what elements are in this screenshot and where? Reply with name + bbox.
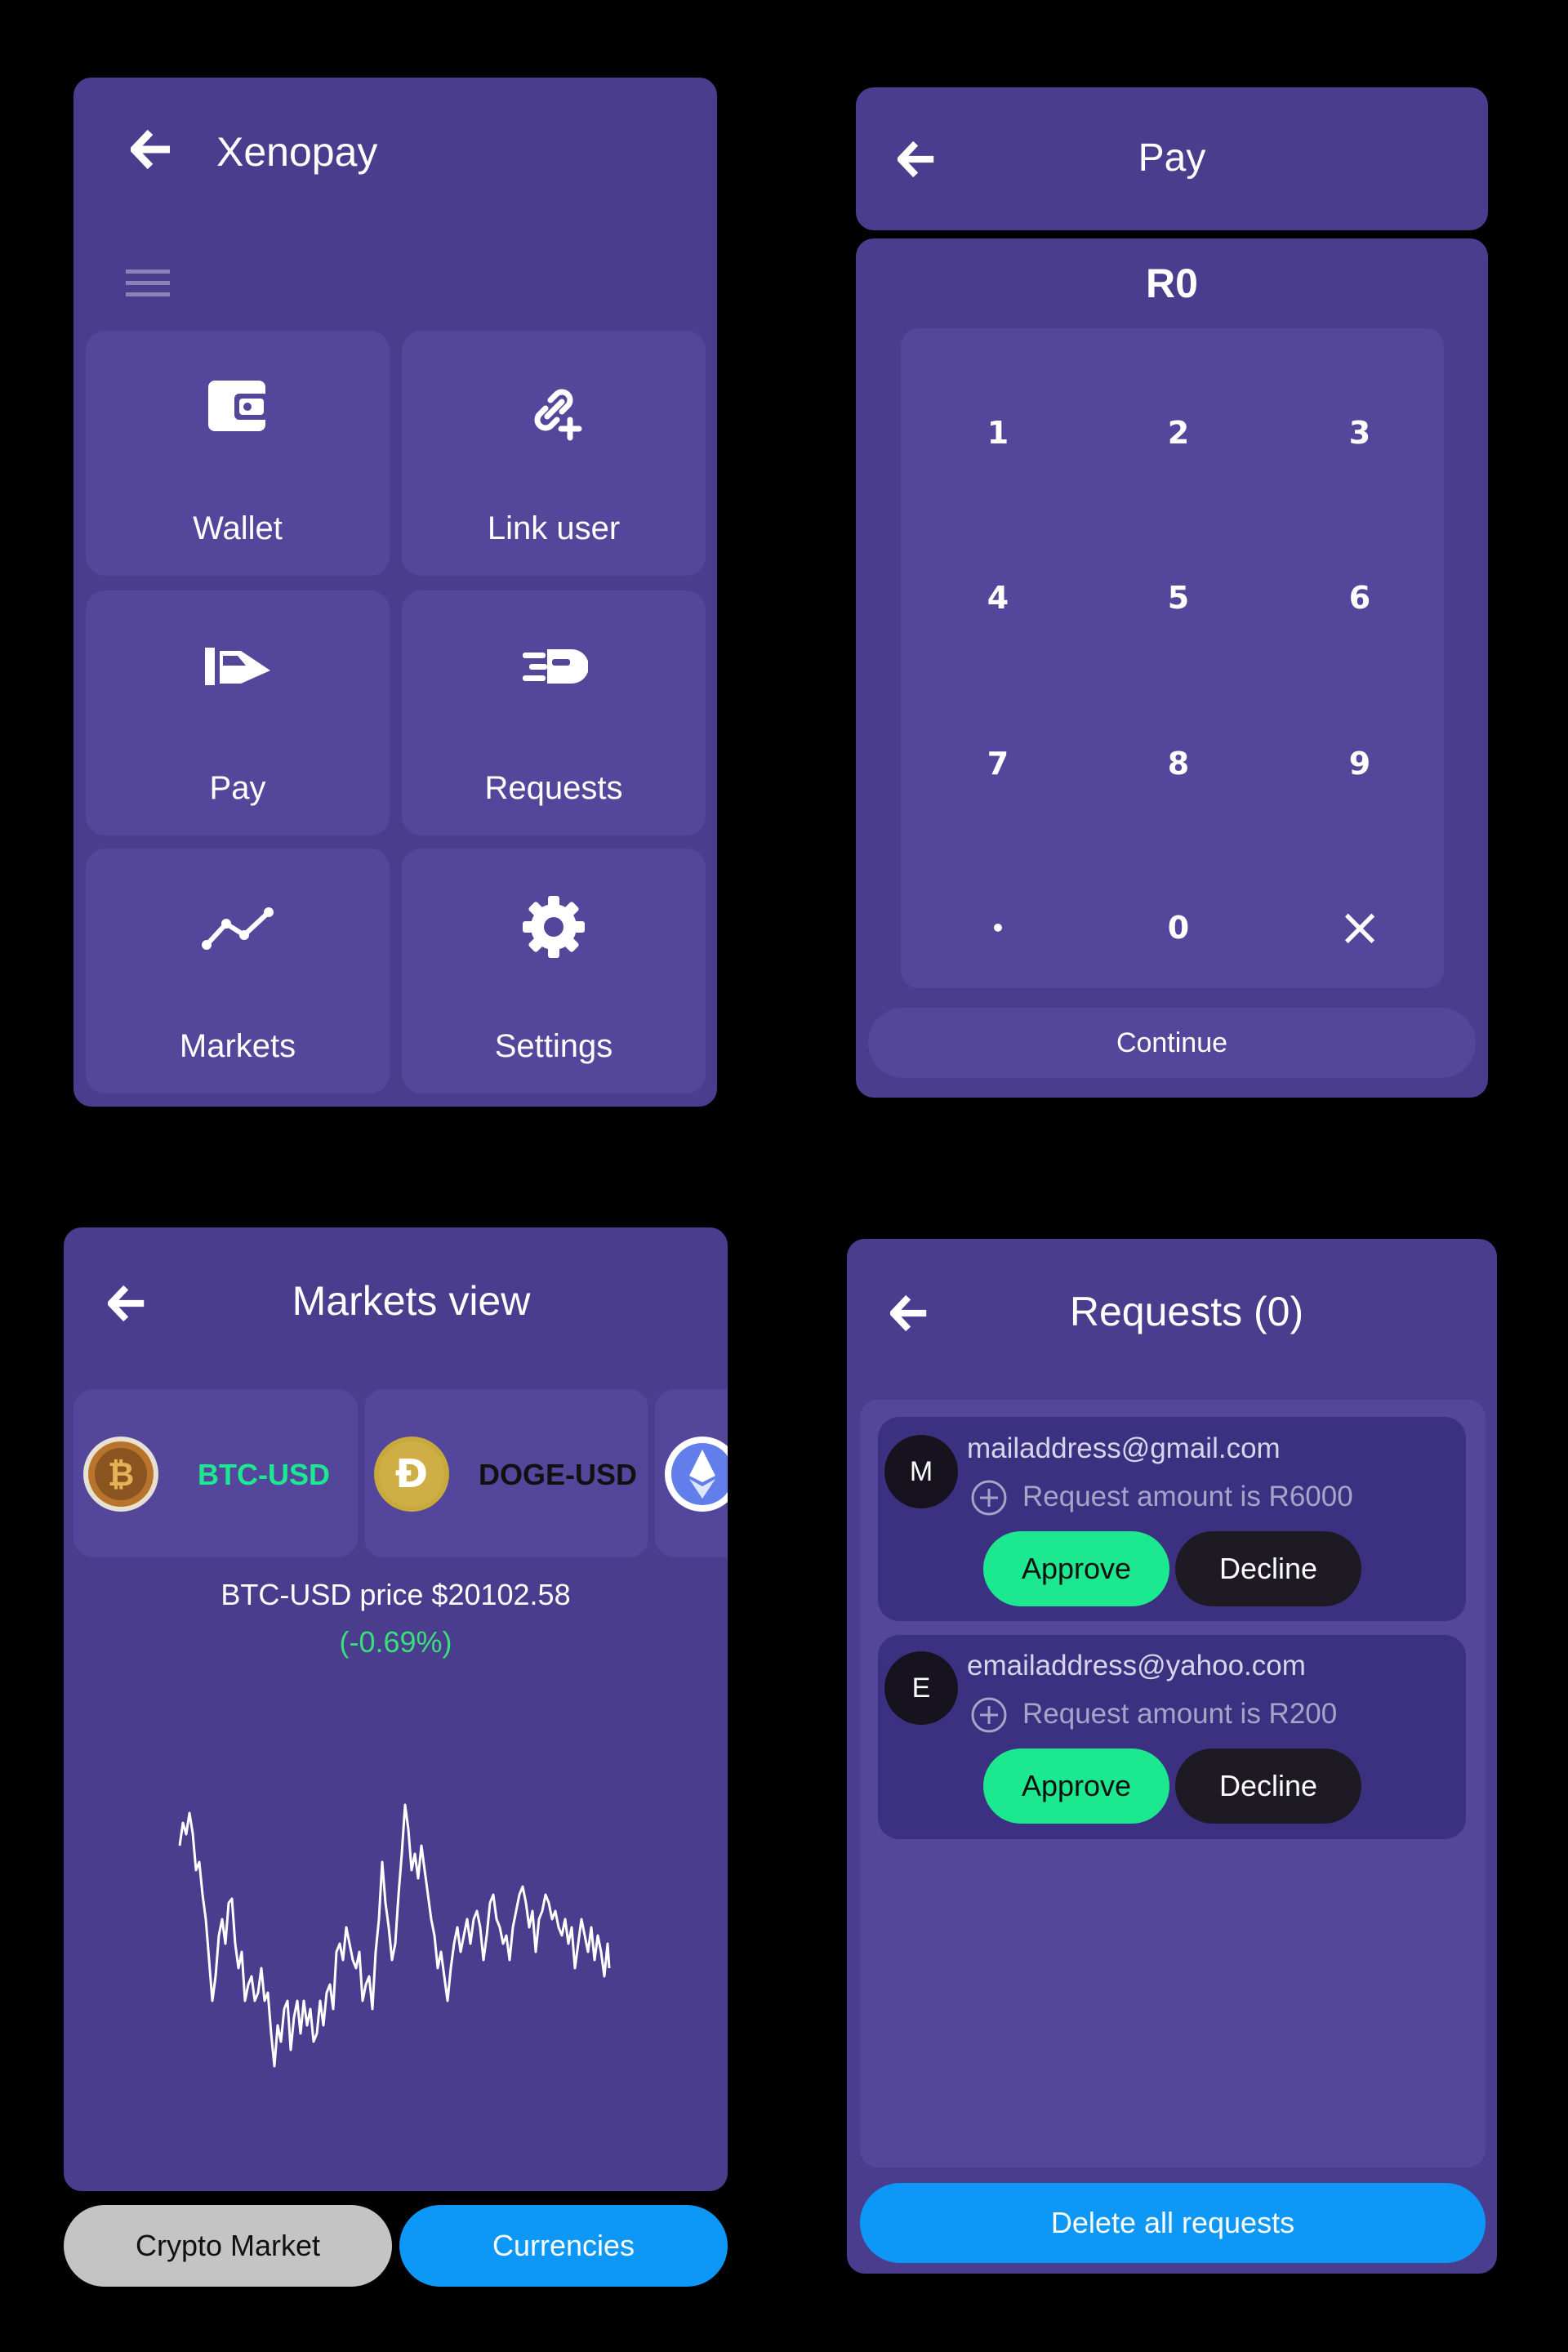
back-arrow-icon	[131, 129, 170, 170]
gear-icon	[521, 894, 586, 960]
ticker-label-btc: BTC-USD	[198, 1458, 330, 1491]
delete-all-requests-button[interactable]: Delete all requests	[860, 2183, 1486, 2263]
currencies-button[interactable]: Currencies	[399, 2205, 728, 2287]
price-text: BTC-USD price $20102.58	[220, 1578, 571, 1611]
tile-pay[interactable]: Pay	[86, 590, 390, 835]
bitcoin-icon: ₿	[82, 1435, 160, 1513]
requests-title: Requests (0)	[1069, 1289, 1304, 1334]
request-email: mailaddress@gmail.com	[967, 1432, 1281, 1464]
back-button[interactable]	[131, 129, 173, 170]
request-amount: Request amount is R200	[1022, 1698, 1338, 1730]
key-5[interactable]: 5	[1105, 549, 1252, 647]
tile-label-settings: Settings	[494, 1028, 613, 1064]
key-1[interactable]: 1	[924, 384, 1071, 482]
tile-label-link-user: Link user	[487, 510, 621, 546]
app-title: Xenopay	[216, 129, 378, 175]
back-button[interactable]	[890, 1294, 929, 1332]
avatar: M	[884, 1435, 958, 1508]
request-email: emailaddress@yahoo.com	[967, 1650, 1306, 1682]
back-arrow-icon	[890, 1294, 927, 1332]
request-amount: Request amount is R6000	[1022, 1481, 1353, 1512]
markets-title: Markets view	[292, 1278, 531, 1324]
key-decimal[interactable]: •	[924, 879, 1071, 977]
ticker-label-doge: DOGE-USD	[479, 1458, 638, 1491]
tile-label-markets: Markets	[179, 1028, 296, 1064]
key-0[interactable]: 0	[1105, 879, 1252, 977]
add-circle-icon	[970, 1696, 1008, 1734]
tile-label-requests: Requests	[484, 770, 623, 806]
tile-label-pay: Pay	[209, 770, 266, 806]
requests-icon	[523, 648, 588, 685]
approve-button[interactable]: Approve	[983, 1531, 1169, 1606]
key-4[interactable]: 4	[924, 549, 1071, 647]
key-3[interactable]: 3	[1286, 384, 1433, 482]
key-7[interactable]: 7	[924, 715, 1071, 813]
tile-requests[interactable]: Requests	[402, 590, 706, 835]
continue-button[interactable]: Continue	[868, 1008, 1476, 1078]
add-circle-icon	[970, 1479, 1008, 1517]
decline-button[interactable]: Decline	[1175, 1748, 1361, 1824]
amount-display: R0	[1146, 261, 1198, 306]
hamburger-menu-icon	[126, 270, 170, 296]
avatar: E	[884, 1651, 958, 1725]
key-2[interactable]: 2	[1105, 384, 1252, 482]
ticker-eth[interactable]	[655, 1389, 728, 1557]
pay-title: Pay	[1138, 136, 1206, 180]
link-add-icon	[521, 376, 586, 441]
crypto-market-button[interactable]: Crypto Market	[64, 2205, 392, 2287]
pay-icon	[205, 646, 272, 688]
svg-text:₿: ₿	[108, 1456, 135, 1494]
menu-button[interactable]	[126, 268, 170, 299]
trend-icon	[202, 904, 275, 953]
decline-button[interactable]: Decline	[1175, 1531, 1361, 1606]
wallet-icon	[207, 377, 269, 434]
tile-markets[interactable]: Markets	[86, 849, 390, 1094]
svg-text:Ð: Ð	[395, 1451, 428, 1497]
approve-button[interactable]: Approve	[983, 1748, 1169, 1824]
price-chart	[172, 1756, 637, 2099]
price-change: (-0.69%)	[339, 1625, 452, 1659]
dogecoin-icon: Ð	[372, 1435, 451, 1513]
tile-settings[interactable]: Settings	[402, 849, 706, 1094]
tile-label-wallet: Wallet	[193, 510, 283, 546]
back-button[interactable]	[108, 1285, 147, 1322]
ethereum-icon	[663, 1435, 728, 1513]
tile-wallet[interactable]: Wallet	[86, 331, 390, 576]
key-9[interactable]: 9	[1286, 715, 1433, 813]
key-6[interactable]: 6	[1286, 549, 1433, 647]
price-line	[178, 1803, 611, 2068]
ticker-btc[interactable]: ₿ BTC-USD	[74, 1389, 358, 1557]
back-arrow-icon	[108, 1285, 145, 1322]
key-8[interactable]: 8	[1105, 715, 1252, 813]
key-backspace[interactable]: ×	[1286, 879, 1433, 977]
ticker-doge[interactable]: Ð DOGE-USD	[364, 1389, 648, 1557]
tile-link-user[interactable]: Link user	[402, 331, 706, 576]
